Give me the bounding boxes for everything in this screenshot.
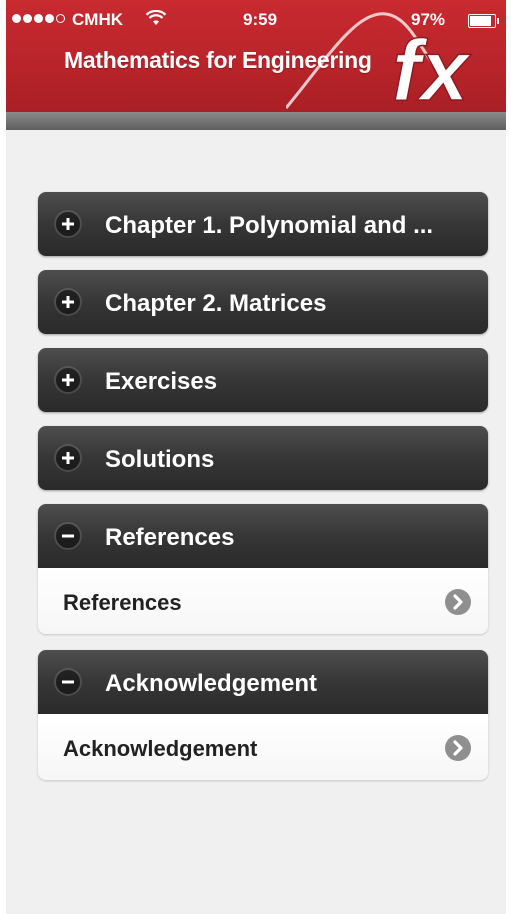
section-label: Exercises	[105, 368, 218, 395]
section-header-chapter-1[interactable]: Chapter 1. Polynomial and ...	[38, 192, 488, 256]
section-chapter-1: Chapter 1. Polynomial and ...	[38, 192, 488, 256]
plus-icon	[56, 212, 80, 236]
section-label: References	[105, 524, 235, 551]
section-chapter-2: Chapter 2. Matrices	[38, 270, 488, 334]
section-header-exercises[interactable]: Exercises	[38, 348, 488, 412]
section-label: Chapter 1. Polynomial and ...	[105, 212, 434, 239]
wifi-icon	[145, 9, 167, 31]
minus-icon	[56, 524, 80, 548]
list-item-label: Acknowledgement	[63, 736, 258, 761]
section-solutions: Solutions	[38, 426, 488, 490]
section-label: Solutions	[105, 446, 215, 473]
logo-text: fx	[392, 23, 472, 112]
section-header-solutions[interactable]: Solutions	[38, 426, 488, 490]
plus-icon	[56, 290, 80, 314]
section-header-references[interactable]: References	[38, 504, 488, 568]
section-references: References References	[38, 504, 488, 634]
app-header: CMHK 9:59 97% fx Mathematics for Enginee…	[6, 0, 506, 112]
app-title: Mathematics for Engineering	[64, 47, 372, 73]
plus-icon	[56, 368, 80, 392]
signal-strength-icon	[12, 14, 65, 23]
carrier-name: CMHK	[72, 10, 123, 29]
section-exercises: Exercises	[38, 348, 488, 412]
list-item-label: References	[63, 590, 182, 615]
minus-icon	[56, 670, 80, 694]
section-label: Acknowledgement	[105, 670, 318, 697]
collapsible-list: Chapter 1. Polynomial and ... Chapter 2.…	[38, 192, 488, 780]
section-label: Chapter 2. Matrices	[105, 290, 327, 317]
section-header-acknowledgement[interactable]: Acknowledgement	[38, 650, 488, 714]
app-screen: CMHK 9:59 97% fx Mathematics for Enginee…	[6, 0, 506, 914]
chevron-right-icon	[444, 734, 472, 762]
section-acknowledgement: Acknowledgement Acknowledgement	[38, 650, 488, 780]
section-header-chapter-2[interactable]: Chapter 2. Matrices	[38, 270, 488, 334]
list-item-references[interactable]: References	[38, 568, 488, 634]
status-time: 9:59	[243, 10, 278, 29]
header-divider	[6, 112, 506, 130]
plus-icon	[56, 446, 80, 470]
chevron-right-icon	[444, 588, 472, 616]
list-item-acknowledgement[interactable]: Acknowledgement	[38, 714, 488, 780]
